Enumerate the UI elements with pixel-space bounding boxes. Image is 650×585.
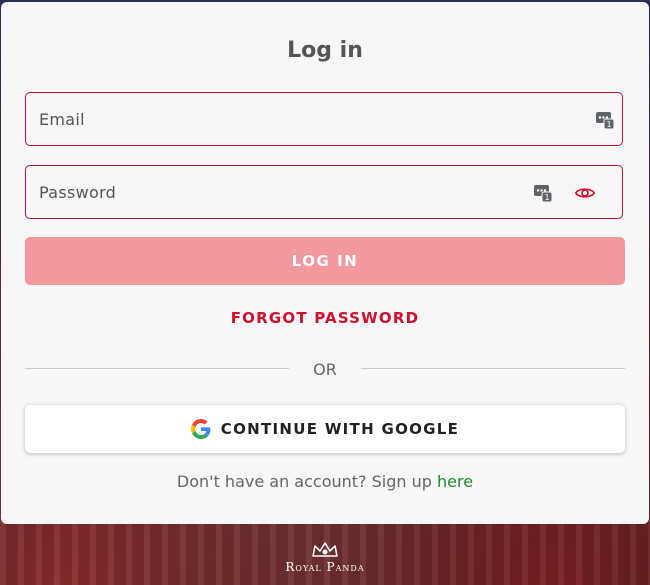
- svg-text:1: 1: [544, 193, 549, 202]
- svg-text:1: 1: [606, 120, 611, 129]
- signup-here-link[interactable]: here: [437, 472, 473, 491]
- divider-left: [25, 368, 289, 369]
- email-field[interactable]: [26, 93, 622, 145]
- login-button[interactable]: LOG IN: [25, 237, 625, 285]
- google-g-icon: [190, 419, 211, 439]
- password-field[interactable]: [26, 166, 622, 218]
- or-separator: OR: [313, 360, 337, 379]
- page-title: Log in: [287, 38, 363, 63]
- signup-prompt-text: Don't have an account? Sign up: [176, 472, 437, 491]
- key-manager-icon[interactable]: 1: [534, 184, 552, 202]
- forgot-password-link[interactable]: FORGOT PASSWORD: [1, 309, 649, 327]
- eye-icon[interactable]: [574, 184, 596, 202]
- continue-with-google-button[interactable]: CONTINUE WITH GOOGLE: [25, 405, 625, 453]
- brand-logo: Royal Panda: [0, 540, 650, 574]
- crown-logo-icon: [312, 542, 338, 557]
- divider-right: [361, 368, 625, 369]
- brand-name: Royal Panda: [285, 560, 365, 574]
- email-field-container: 1: [25, 92, 623, 146]
- signup-prompt: Don't have an account? Sign up here: [1, 472, 649, 491]
- key-manager-icon[interactable]: 1: [596, 111, 614, 129]
- login-card: Log in 1 1 LOG IN FORGOT PASSWORD OR: [1, 2, 649, 524]
- password-field-container: 1: [25, 165, 623, 219]
- google-button-label: CONTINUE WITH GOOGLE: [220, 420, 460, 438]
